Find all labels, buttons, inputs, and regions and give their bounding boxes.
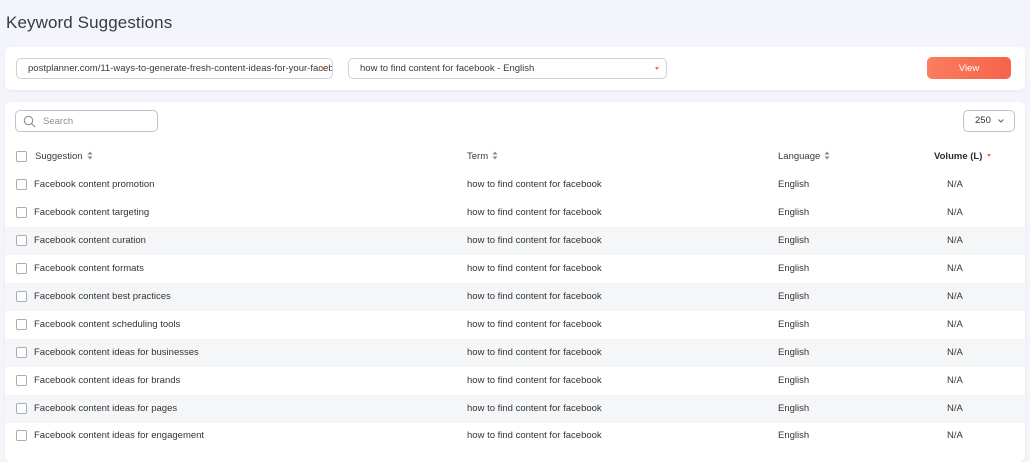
cell-suggestion: Facebook content promotion	[34, 179, 155, 190]
row-checkbox[interactable]	[16, 179, 27, 190]
cell-term: how to find content for facebook	[467, 291, 602, 302]
cell-suggestion: Facebook content curation	[34, 235, 146, 246]
cell-volume: N/A	[947, 291, 963, 302]
cell-language: English	[778, 403, 810, 414]
cell-term: how to find content for facebook	[467, 207, 602, 218]
row-checkbox[interactable]	[16, 430, 27, 441]
row-checkbox[interactable]	[16, 319, 27, 330]
cell-language: English	[778, 347, 810, 358]
sort-desc-icon	[987, 153, 992, 157]
cell-term: how to find content for facebook	[467, 235, 602, 246]
cell-volume: N/A	[947, 235, 963, 246]
cell-term: how to find content for facebook	[467, 263, 602, 274]
cell-suggestion: Facebook content ideas for brands	[34, 375, 181, 386]
table-row: Facebook content ideas for pages how to …	[5, 395, 1025, 423]
table-row: Facebook content targeting how to find c…	[5, 199, 1025, 227]
chevron-down-icon	[998, 119, 1004, 123]
column-language-label: Language	[778, 151, 821, 162]
cell-term: how to find content for facebook	[467, 430, 602, 441]
cell-suggestion: Facebook content ideas for pages	[34, 403, 178, 414]
cell-language: English	[778, 179, 810, 190]
row-checkbox[interactable]	[16, 263, 27, 274]
cell-volume: N/A	[947, 403, 963, 414]
column-suggestion[interactable]: Suggestion	[35, 146, 93, 168]
cell-language: English	[778, 430, 810, 441]
table-row: Facebook content ideas for engagement ho…	[5, 422, 1025, 450]
column-volume[interactable]: Volume (L)	[934, 146, 992, 168]
page-title: Keyword Suggestions	[6, 13, 173, 32]
url-select[interactable]: postplanner.com/11-ways-to-generate-fres…	[16, 58, 333, 79]
cell-language: English	[778, 235, 810, 246]
cell-term: how to find content for facebook	[467, 347, 602, 358]
caret-down-icon	[655, 67, 659, 70]
cell-suggestion: Facebook content ideas for businesses	[34, 347, 199, 358]
row-checkbox[interactable]	[16, 291, 27, 302]
table-row: Facebook content formats how to find con…	[5, 255, 1025, 283]
view-button[interactable]: View	[927, 57, 1011, 79]
table-header: Suggestion Term Language Volume (L)	[5, 146, 1025, 168]
suggestions-table-card: 250 Suggestion Term Language Volume (L) …	[5, 102, 1025, 462]
cell-volume: N/A	[947, 179, 963, 190]
cell-suggestion: Facebook content scheduling tools	[34, 319, 181, 330]
cell-volume: N/A	[947, 347, 963, 358]
cell-volume: N/A	[947, 375, 963, 386]
row-checkbox[interactable]	[16, 235, 27, 246]
cell-suggestion: Facebook content ideas for engagement	[34, 430, 205, 441]
table-row: Facebook content best practices how to f…	[5, 283, 1025, 311]
cell-language: English	[778, 207, 810, 218]
cell-term: how to find content for facebook	[467, 179, 602, 190]
column-suggestion-label: Suggestion	[35, 151, 83, 162]
cell-volume: N/A	[947, 263, 963, 274]
row-checkbox[interactable]	[16, 207, 27, 218]
search-box[interactable]	[15, 110, 158, 132]
cell-term: how to find content for facebook	[467, 319, 602, 330]
column-term-label: Term	[467, 151, 489, 162]
cell-term: how to find content for facebook	[467, 403, 602, 414]
cell-suggestion: Facebook content formats	[34, 263, 144, 274]
per-page-value: 250	[975, 115, 991, 126]
cell-volume: N/A	[947, 207, 963, 218]
select-all-checkbox[interactable]	[16, 151, 27, 162]
table-row: Facebook content ideas for brands how to…	[5, 367, 1025, 395]
cell-language: English	[778, 263, 810, 274]
cell-suggestion: Facebook content targeting	[34, 207, 150, 218]
row-checkbox[interactable]	[16, 347, 27, 358]
url-select-value: postplanner.com/11-ways-to-generate-fres…	[28, 63, 333, 74]
search-input[interactable]	[43, 114, 153, 128]
cell-term: how to find content for facebook	[467, 375, 602, 386]
table-row: Facebook content curation how to find co…	[5, 227, 1025, 255]
search-icon	[23, 115, 36, 128]
row-checkbox[interactable]	[16, 375, 27, 386]
table-row: Facebook content promotion how to find c…	[5, 171, 1025, 199]
sort-icon	[492, 151, 498, 160]
sort-icon	[87, 151, 93, 160]
cell-language: English	[778, 319, 810, 330]
filter-bar: postplanner.com/11-ways-to-generate-fres…	[5, 47, 1025, 90]
column-volume-label: Volume (L)	[934, 151, 983, 162]
cell-language: English	[778, 375, 810, 386]
table-row: Facebook content ideas for businesses ho…	[5, 339, 1025, 367]
column-term[interactable]: Term	[467, 146, 498, 168]
cell-volume: N/A	[947, 430, 963, 441]
term-select[interactable]: how to find content for facebook - Engli…	[348, 58, 667, 79]
per-page-select[interactable]: 250	[963, 110, 1015, 132]
cell-language: English	[778, 291, 810, 302]
cell-suggestion: Facebook content best practices	[34, 291, 171, 302]
column-language[interactable]: Language	[778, 146, 830, 168]
cell-volume: N/A	[947, 319, 963, 330]
term-select-value: how to find content for facebook - Engli…	[360, 63, 535, 74]
caret-down-icon	[321, 67, 325, 70]
sort-icon	[824, 151, 830, 160]
table-row: Facebook content scheduling tools how to…	[5, 311, 1025, 339]
row-checkbox[interactable]	[16, 403, 27, 414]
